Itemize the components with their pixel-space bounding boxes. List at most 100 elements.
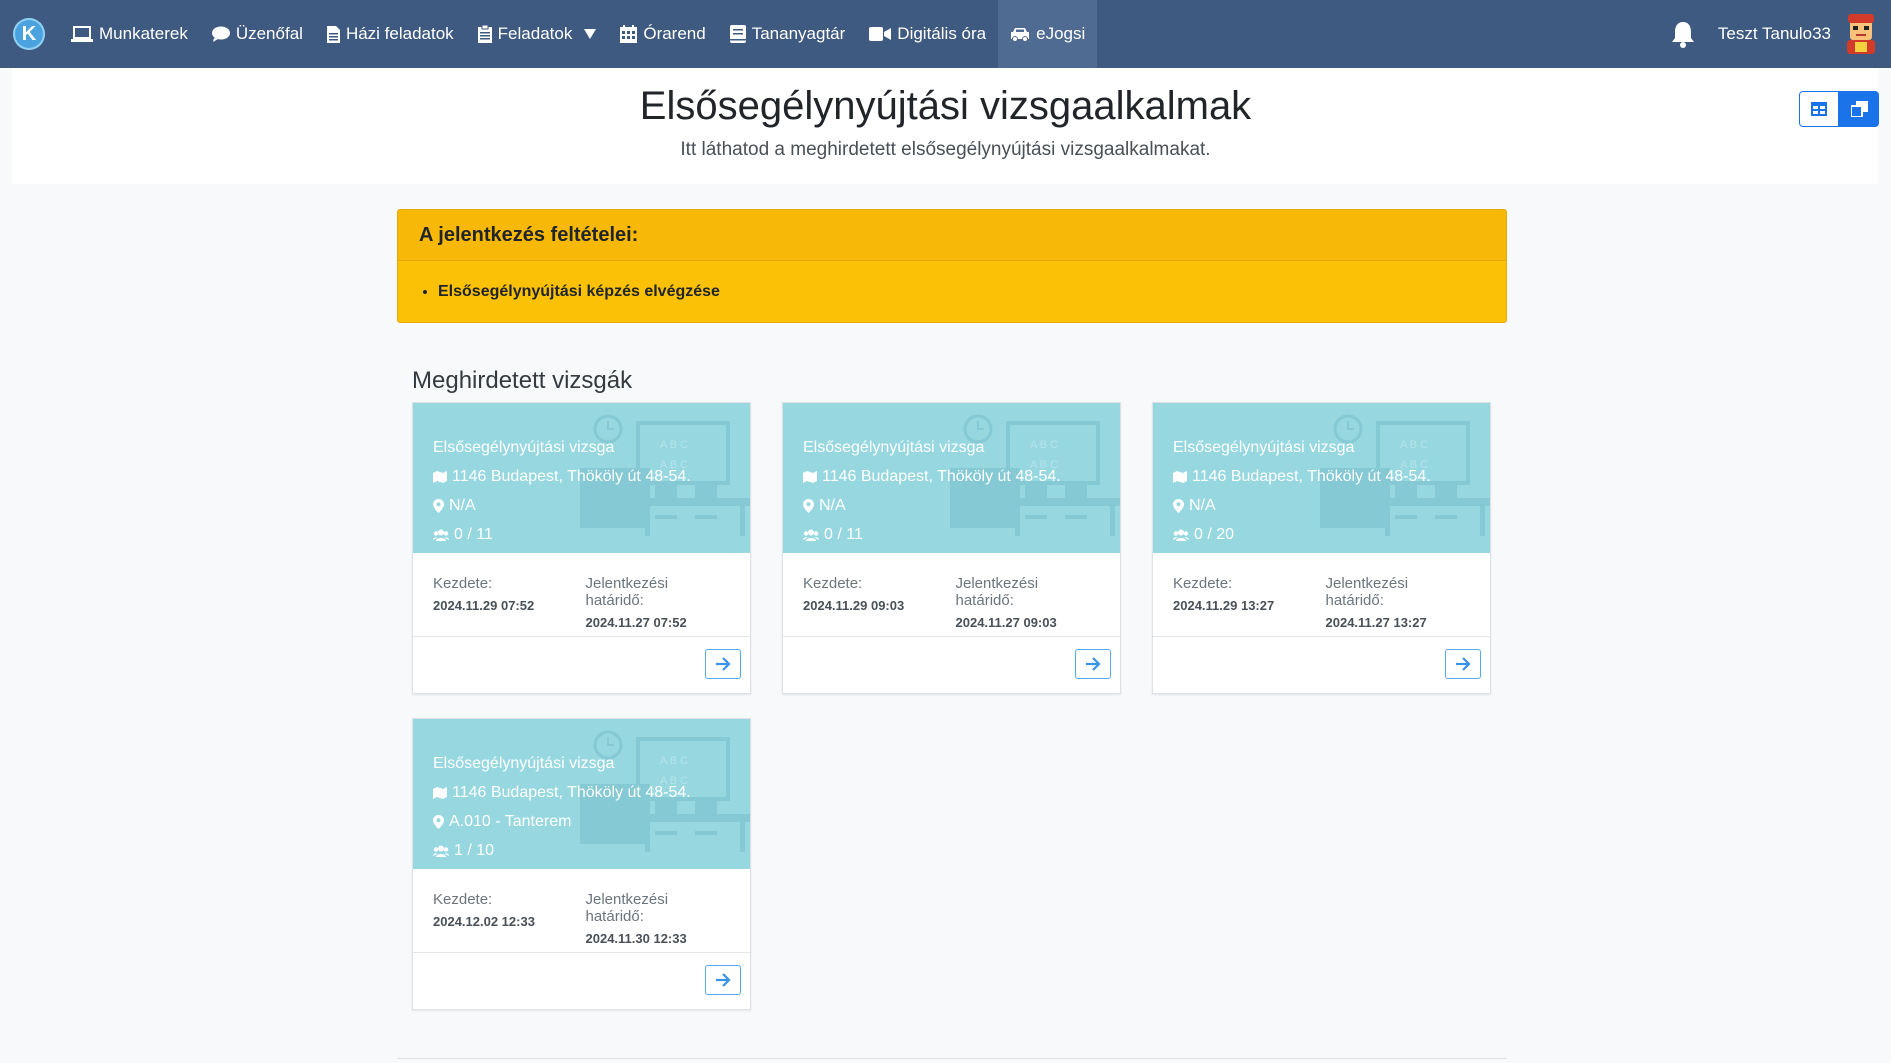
start-value: 2024.11.29 13:27 xyxy=(1173,598,1275,613)
card-title: Elsősegélynyújtási vizsga xyxy=(803,439,985,456)
card-seats-row: 0 / 11 xyxy=(433,520,691,549)
view-toggle xyxy=(1799,91,1879,127)
start-value: 2024.11.29 09:03 xyxy=(803,598,905,613)
map-icon xyxy=(433,786,447,799)
deadline-label: Jelentkezési határidő: xyxy=(585,891,669,925)
caret-down-icon xyxy=(584,29,597,39)
open-exam-button[interactable] xyxy=(1445,649,1481,679)
card-title: Elsősegélynyújtási vizsga xyxy=(1173,439,1355,456)
requirement-item: Elsősegélynyújtási képzés elvégzése xyxy=(438,283,1506,301)
nav-label: Digitális óra xyxy=(897,24,987,43)
page-title: Elsősegélynyújtási vizsgaalkalmak xyxy=(639,84,1252,128)
start-column: Kezdete: 2024.11.29 07:52 xyxy=(433,575,578,636)
bell-icon[interactable] xyxy=(1670,20,1696,48)
nav-label: Üzenőfal xyxy=(235,24,303,43)
users-icon xyxy=(803,529,819,541)
map-marker-icon xyxy=(433,814,444,829)
map-marker-icon xyxy=(1173,498,1184,513)
exam-card: A B C A B C Elsősegélynyújtási vizsga 11… xyxy=(782,402,1121,694)
map-icon xyxy=(1173,470,1187,483)
card-seats-row: 1 / 10 xyxy=(433,836,691,865)
card-title-row: Elsősegélynyújtási vizsga xyxy=(433,433,691,462)
brand-letter: K xyxy=(21,22,37,45)
top-navbar: K Munkaterek Üzenőfal Házi feladatok Fel… xyxy=(0,0,1891,68)
brand-logo[interactable]: K xyxy=(13,18,45,50)
nav-label: Tananyagtár xyxy=(751,24,846,43)
open-exam-button[interactable] xyxy=(705,965,741,995)
page-subtitle: Itt láthatod a meghirdetett elsősegélyny… xyxy=(680,139,1211,160)
laptop-icon xyxy=(71,26,93,42)
deadline-column: Jelentkezési határidő: 2024.11.27 13:27 xyxy=(1318,575,1471,636)
card-room-row: N/A xyxy=(803,491,1061,520)
nav-item-digitalis-ora[interactable]: Digitális óra xyxy=(857,0,998,68)
card-title-row: Elsősegélynyújtási vizsga xyxy=(1173,433,1431,462)
card-info: Elsősegélynyújtási vizsga 1146 Budapest,… xyxy=(803,433,1061,549)
section-title: Meghirdetett vizsgák xyxy=(412,367,633,394)
avatar[interactable] xyxy=(1841,12,1881,56)
card-title: Elsősegélynyújtási vizsga xyxy=(433,439,615,456)
alert-body: Elsősegélynyújtási képzés elvégzése xyxy=(398,261,1506,301)
start-column: Kezdete: 2024.11.29 09:03 xyxy=(803,575,948,636)
card-info: Elsősegélynyújtási vizsga 1146 Budapest,… xyxy=(1173,433,1431,549)
comment-icon xyxy=(211,26,230,42)
card-info: Elsősegélynyújtási vizsga 1146 Budapest,… xyxy=(433,433,691,549)
card-address: 1146 Budapest, Thököly út 48-54. xyxy=(452,784,691,801)
open-exam-button[interactable] xyxy=(1075,649,1111,679)
card-title-row: Elsősegélynyújtási vizsga xyxy=(803,433,1061,462)
card-seats: 1 / 10 xyxy=(454,842,495,859)
start-label: Kezdete: xyxy=(803,575,863,592)
card-room: N/A xyxy=(819,497,846,514)
nav-item-uzenofal[interactable]: Üzenőfal xyxy=(200,0,315,68)
card-header: A B C A B C Elsősegélynyújtási vizsga 11… xyxy=(1153,403,1490,553)
file-icon xyxy=(326,25,340,43)
nav-item-hazi-feladatok[interactable]: Házi feladatok xyxy=(315,0,466,68)
card-seats-row: 0 / 11 xyxy=(803,520,1061,549)
user-name[interactable]: Teszt Tanulo33 xyxy=(1718,24,1831,44)
deadline-column: Jelentkezési határidő: 2024.11.30 12:33 xyxy=(578,891,731,952)
nav-label: Órarend xyxy=(643,24,706,43)
deadline-value: 2024.11.30 12:33 xyxy=(585,931,687,946)
open-exam-button[interactable] xyxy=(705,649,741,679)
card-footer xyxy=(413,637,750,693)
video-icon xyxy=(869,27,892,41)
start-column: Kezdete: 2024.12.02 12:33 xyxy=(433,891,578,952)
card-room-row: N/A xyxy=(1173,491,1431,520)
nav-label: eJogsi xyxy=(1036,24,1086,43)
deadline-column: Jelentkezési határidő: 2024.11.27 07:52 xyxy=(578,575,731,636)
table-view-button[interactable] xyxy=(1799,91,1839,127)
card-title-row: Elsősegélynyújtási vizsga xyxy=(433,749,691,778)
card-address: 1146 Budapest, Thököly út 48-54. xyxy=(1192,468,1431,485)
nav-item-ejogsi[interactable]: eJogsi xyxy=(998,0,1098,68)
card-header: A B C A B C Elsősegélynyújtási vizsga 11… xyxy=(413,719,750,869)
clone-icon xyxy=(1850,101,1868,117)
arrow-right-icon xyxy=(716,973,731,987)
map-marker-icon xyxy=(433,498,444,513)
exam-card: A B C A B C Elsősegélynyújtási vizsga 11… xyxy=(412,718,751,1010)
nav-item-orarend[interactable]: Órarend xyxy=(608,0,717,68)
deadline-value: 2024.11.27 09:03 xyxy=(955,615,1057,630)
start-label: Kezdete: xyxy=(433,891,493,908)
nav-label: Házi feladatok xyxy=(345,24,454,43)
card-header: A B C A B C Elsősegélynyújtási vizsga 11… xyxy=(783,403,1120,553)
card-room: A.010 - Tanterem xyxy=(449,813,572,830)
card-footer xyxy=(783,637,1120,693)
card-title: Elsősegélynyújtási vizsga xyxy=(433,755,615,772)
requirements-list: Elsősegélynyújtási képzés elvégzése xyxy=(438,283,1506,301)
nav-item-munkaterek[interactable]: Munkaterek xyxy=(59,0,200,68)
clipboard-icon xyxy=(477,25,492,43)
requirements-alert: A jelentkezés feltételei: Elsősegélynyúj… xyxy=(397,209,1507,323)
arrow-right-icon xyxy=(716,657,731,671)
nav-item-tananyagtar[interactable]: Tananyagtár xyxy=(718,0,858,68)
nav-item-feladatok[interactable]: Feladatok xyxy=(466,0,609,68)
card-view-button[interactable] xyxy=(1839,91,1879,127)
nav-label: Munkaterek xyxy=(99,24,188,43)
card-room-row: N/A xyxy=(433,491,691,520)
card-address-row: 1146 Budapest, Thököly út 48-54. xyxy=(1173,462,1431,491)
start-value: 2024.12.02 12:33 xyxy=(433,914,535,929)
card-dates: Kezdete: 2024.11.29 07:52 Jelentkezési h… xyxy=(413,553,750,637)
card-seats: 0 / 11 xyxy=(454,526,493,543)
arrow-right-icon xyxy=(1456,657,1471,671)
deadline-value: 2024.11.27 13:27 xyxy=(1325,615,1427,630)
exam-card: A B C A B C Elsősegélynyújtási vizsga 11… xyxy=(1152,402,1491,694)
users-icon xyxy=(433,845,449,857)
